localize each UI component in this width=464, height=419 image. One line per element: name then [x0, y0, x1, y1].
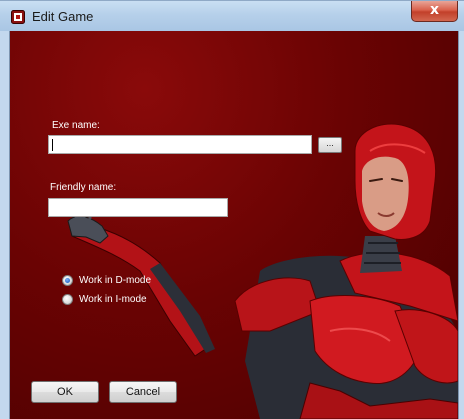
app-icon	[11, 10, 25, 24]
browse-button[interactable]: ...	[318, 137, 342, 153]
radio-d-mode-label: Work in D-mode	[79, 275, 152, 286]
friendly-name-label: Friendly name:	[50, 182, 117, 193]
close-button[interactable]: x	[411, 1, 458, 22]
window-title: Edit Game	[32, 9, 94, 24]
exe-name-input[interactable]	[48, 135, 312, 154]
close-icon: x	[429, 2, 440, 18]
radio-i-mode-label: Work in I-mode	[79, 294, 147, 305]
dialog-client-area: Exe name: ... Friendly name: Work in D-m…	[10, 31, 458, 419]
robot-woman-artwork	[67, 123, 458, 419]
ok-button[interactable]: OK	[31, 381, 99, 403]
title-bar[interactable]: Edit Game x	[0, 0, 464, 31]
cancel-button[interactable]: Cancel	[109, 381, 177, 403]
exe-name-label: Exe name:	[52, 120, 100, 131]
window-frame-left	[0, 31, 10, 419]
radio-i-mode[interactable]: Work in I-mode	[62, 294, 147, 305]
radio-d-mode[interactable]: Work in D-mode	[62, 275, 151, 286]
radio-button-unchecked[interactable]	[62, 294, 73, 305]
window-frame-right	[458, 31, 464, 419]
edit-game-dialog: Edit Game x Exe name: ... Friendly name:…	[0, 0, 464, 419]
friendly-name-input[interactable]	[48, 198, 228, 217]
radio-button-checked[interactable]	[62, 275, 73, 286]
text-caret	[52, 139, 53, 151]
